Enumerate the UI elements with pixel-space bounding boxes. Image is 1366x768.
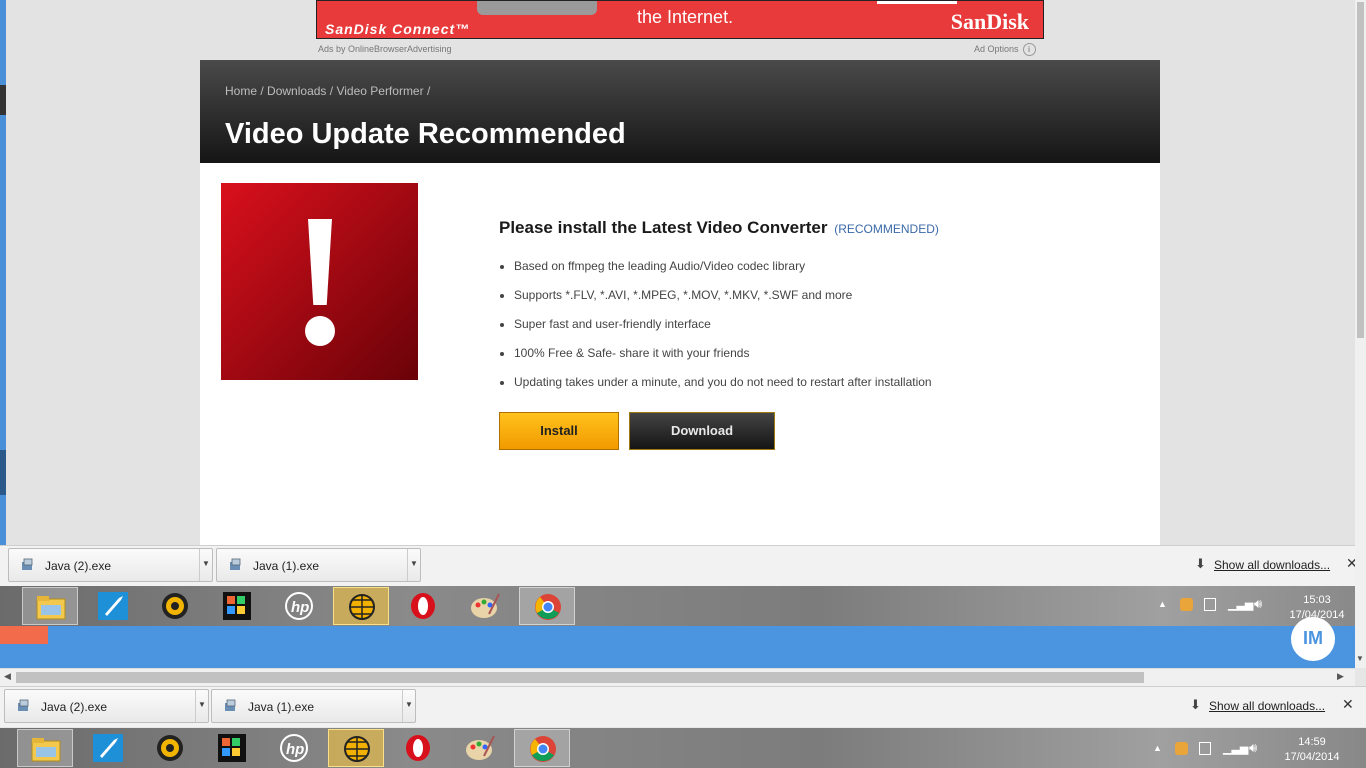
breadcrumb-video-performer[interactable]: Video Performer xyxy=(336,84,423,98)
globe-app-icon[interactable] xyxy=(328,729,384,767)
puzzle-app-icon[interactable] xyxy=(204,729,260,767)
media-player-icon[interactable] xyxy=(142,729,198,767)
download-item[interactable]: Java (1).exe ▼ xyxy=(211,689,416,723)
install-headline: Please install the Latest Video Converte… xyxy=(499,218,939,238)
security-alert-icon[interactable] xyxy=(1180,598,1193,611)
signal-icon[interactable]: ▁▃▅ xyxy=(1223,742,1248,755)
download-filename: Java (2).exe xyxy=(45,559,112,573)
clock[interactable]: 14:59 17/04/2014 xyxy=(1277,735,1347,765)
clock-time: 15:03 xyxy=(1303,594,1331,606)
installer-icon xyxy=(18,699,29,711)
im-chat-badge[interactable]: IM xyxy=(1291,617,1335,661)
download-item[interactable]: Java (1).exe ▼ xyxy=(216,548,421,582)
chevron-down-icon[interactable]: ▼ xyxy=(407,549,420,581)
paint-icon[interactable] xyxy=(452,729,508,767)
tray-expand-icon[interactable]: ▲ xyxy=(1153,743,1162,753)
download-button[interactable]: Download xyxy=(629,412,775,450)
list-item: Super fast and user-friendly interface xyxy=(514,314,932,343)
chrome-icon[interactable] xyxy=(519,587,575,625)
downloads-shelf: Java (2).exe ▼ Java (1).exe ▼ ⬇ Show all… xyxy=(0,545,1366,586)
ad-options-link[interactable]: Ad Options i xyxy=(974,43,1036,56)
ad-brand-logo: SanDisk xyxy=(950,9,1029,34)
opera-icon[interactable] xyxy=(390,729,446,767)
headline-text: Please install the Latest Video Converte… xyxy=(499,218,828,237)
file-explorer-icon[interactable] xyxy=(22,587,78,625)
page-title: Video Update Recommended xyxy=(225,118,626,150)
list-item: 100% Free & Safe- share it with your fri… xyxy=(514,343,932,372)
main-content: Please install the Latest Video Converte… xyxy=(200,163,1160,545)
download-item[interactable]: Java (2).exe ▼ xyxy=(8,548,213,582)
device-icon[interactable] xyxy=(1204,598,1216,611)
usb-drive-image xyxy=(477,1,597,15)
breadcrumb-home[interactable]: Home xyxy=(225,84,257,98)
left-edge-strip xyxy=(0,0,6,545)
install-button[interactable]: Install xyxy=(499,412,619,450)
security-alert-icon[interactable] xyxy=(1175,742,1188,755)
ad-product: SanDisk Connect™ xyxy=(325,21,471,37)
paint-icon[interactable] xyxy=(457,587,513,625)
vertical-scrollbar[interactable]: ▼ xyxy=(1355,0,1366,668)
installer-icon xyxy=(22,558,33,570)
ad-tagline: the Internet. xyxy=(637,7,734,27)
chevron-down-icon[interactable]: ▼ xyxy=(199,549,212,581)
info-icon[interactable]: i xyxy=(1022,43,1036,56)
taskbar: hp ▲ ▁▃▅ 🔊︎ 14:59 17/04/2014 xyxy=(0,728,1366,768)
download-filename: Java (2).exe xyxy=(41,700,108,714)
chrome-icon[interactable] xyxy=(514,729,570,767)
scroll-left-icon[interactable]: ◀ xyxy=(4,671,11,682)
rocket-app-icon[interactable] xyxy=(85,587,141,625)
file-explorer-icon[interactable] xyxy=(17,729,73,767)
background-banner xyxy=(0,626,1355,668)
downloads-shelf: Java (2).exe ▼ Java (1).exe ▼ ⬇ Show all… xyxy=(0,686,1366,727)
volume-icon[interactable]: 🔊︎ xyxy=(1254,596,1262,612)
download-item[interactable]: Java (2).exe ▼ xyxy=(4,689,209,723)
installer-icon xyxy=(225,699,236,711)
svg-text:hp: hp xyxy=(286,741,304,758)
device-icon[interactable] xyxy=(1199,742,1211,755)
opera-icon[interactable] xyxy=(395,587,451,625)
ads-by-label[interactable]: Ads by OnlineBrowserAdvertising xyxy=(318,44,452,54)
clock-time: 14:59 xyxy=(1298,736,1326,748)
scroll-thumb[interactable] xyxy=(1357,2,1364,338)
page-header: Home / Downloads / Video Performer / Vid… xyxy=(200,60,1160,163)
scroll-right-icon[interactable]: ▶ xyxy=(1337,671,1344,682)
hp-icon[interactable]: hp xyxy=(266,729,322,767)
clock-date: 17/04/2014 xyxy=(1284,751,1340,763)
download-arrow-icon: ⬇ xyxy=(1190,697,1201,712)
media-player-icon[interactable] xyxy=(147,587,203,625)
tray-expand-icon[interactable]: ▲ xyxy=(1158,599,1167,609)
breadcrumb: Home / Downloads / Video Performer / xyxy=(225,84,431,98)
list-item: Based on ffmpeg the leading Audio/Video … xyxy=(514,256,932,285)
taskbar: hp ▲ ▁▃▅ 🔊︎ 15:03 17/04/2014 xyxy=(0,586,1366,626)
show-all-downloads-link[interactable]: Show all downloads... xyxy=(1214,558,1330,572)
ad-banner[interactable]: SanDisk Connect™ the Internet. SanDisk xyxy=(316,0,1044,39)
rocket-app-icon[interactable] xyxy=(80,729,136,767)
close-icon[interactable]: ✕ xyxy=(1342,696,1354,713)
scroll-thumb[interactable] xyxy=(16,672,1144,683)
installer-icon xyxy=(230,558,241,570)
download-arrow-icon: ⬇ xyxy=(1195,556,1206,571)
chevron-down-icon[interactable]: ▼ xyxy=(402,690,415,722)
volume-icon[interactable]: 🔊︎ xyxy=(1249,740,1257,756)
list-item: Updating takes under a minute, and you d… xyxy=(514,372,932,401)
recommended-tag: (RECOMMENDED) xyxy=(834,222,939,236)
feature-list: Based on ffmpeg the leading Audio/Video … xyxy=(498,256,932,401)
svg-text:hp: hp xyxy=(291,599,309,616)
breadcrumb-downloads[interactable]: Downloads xyxy=(267,84,326,98)
horizontal-scrollbar[interactable]: ◀ ▶ xyxy=(0,668,1355,686)
exclamation-icon xyxy=(221,183,418,380)
puzzle-app-icon[interactable] xyxy=(209,587,265,625)
ad-options-label: Ad Options xyxy=(974,44,1019,54)
globe-app-icon[interactable] xyxy=(333,587,389,625)
chevron-down-icon[interactable]: ▼ xyxy=(195,690,208,722)
list-item: Supports *.FLV, *.AVI, *.MPEG, *.MOV, *.… xyxy=(514,285,932,314)
scroll-down-icon[interactable]: ▼ xyxy=(1356,654,1364,663)
download-filename: Java (1).exe xyxy=(248,700,315,714)
show-all-downloads-link[interactable]: Show all downloads... xyxy=(1209,699,1325,713)
signal-icon[interactable]: ▁▃▅ xyxy=(1228,598,1253,611)
hp-icon[interactable]: hp xyxy=(271,587,327,625)
download-filename: Java (1).exe xyxy=(253,559,320,573)
